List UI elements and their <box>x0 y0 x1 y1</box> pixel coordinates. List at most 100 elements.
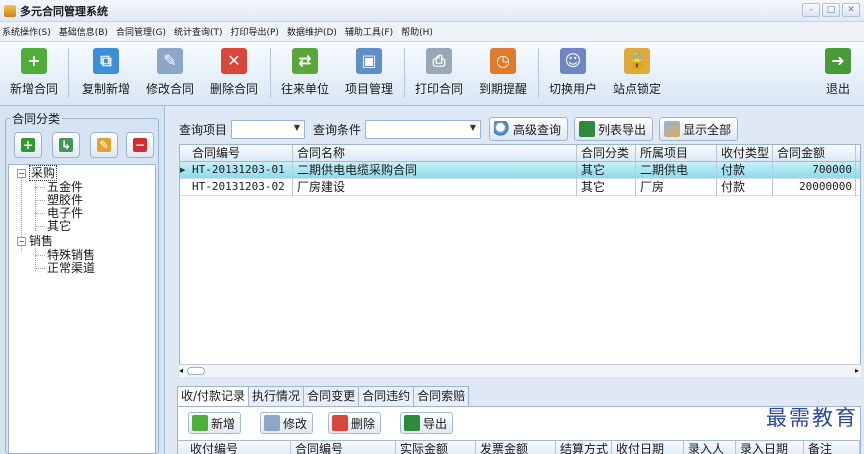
table-row[interactable]: HT-20131203-02 厂房建设 其它 厂房 付款 20000000 <box>180 179 860 196</box>
collapse-toggle-icon[interactable]: − <box>17 237 26 246</box>
scroll-left-icon[interactable]: ◂ <box>179 366 183 375</box>
exit-button[interactable]: ➜ 退出 <box>818 48 858 100</box>
query-condition-select[interactable]: ▼ <box>365 119 482 139</box>
collapse-toggle-icon[interactable]: − <box>17 169 26 178</box>
tab-execution[interactable]: 执行情况 <box>248 386 305 406</box>
export-list-button[interactable]: 列表导出 <box>574 117 654 141</box>
copy-add-button[interactable]: ⧉ 复制新增 <box>76 48 136 100</box>
menu-system[interactable]: 系统操作(S) <box>2 25 51 38</box>
show-all-button[interactable]: 显示全部 <box>659 117 739 141</box>
column-header-remarks[interactable]: 备注 <box>804 441 860 454</box>
column-header-category[interactable]: 合同分类 <box>577 145 636 162</box>
delete-contract-icon: ✕ <box>221 48 247 74</box>
cell-project: 厂房 <box>636 179 717 196</box>
tree-node-purchase[interactable]: 采购 <box>29 165 58 181</box>
edit-contract-button[interactable]: ✎ 修改合同 <box>140 48 200 100</box>
site-lock-label: 站点锁定 <box>612 82 661 96</box>
query-item-label: 查询项目 <box>179 122 228 137</box>
switch-user-label: 切换用户 <box>548 82 597 96</box>
column-header-payment-id[interactable]: 收付编号 <box>186 441 291 454</box>
copy-add-label: 复制新增 <box>81 82 130 96</box>
project-management-label: 项目管理 <box>344 82 393 96</box>
column-header-actual-amount[interactable]: 实际金额 <box>396 441 476 454</box>
row-pointer-icon: ▶ <box>180 166 186 174</box>
menu-tools[interactable]: 辅助工具(F) <box>345 25 393 38</box>
sub-category-button[interactable]: ↳ <box>52 132 80 158</box>
toolbar-separator <box>270 48 271 98</box>
menu-data-maintenance[interactable]: 数据维护(D) <box>287 25 337 38</box>
delete-contract-label: 删除合同 <box>209 82 258 96</box>
export-record-button[interactable]: 导出 <box>400 412 454 434</box>
maximize-button[interactable]: □ <box>822 3 840 17</box>
switch-user-button[interactable]: ☺ 切换用户 <box>544 48 602 100</box>
tree-node-normal-channel[interactable]: 正常渠道 <box>47 262 95 275</box>
table-row[interactable]: ▶ HT-20131203-01 二期供电电缆采购合同 其它 二期供电 付款 7… <box>180 162 860 179</box>
add-record-label: 新增 <box>211 416 236 431</box>
query-item-select[interactable]: ▼ <box>231 119 306 139</box>
menu-contract[interactable]: 合同管理(G) <box>116 25 166 38</box>
cell-project: 二期供电 <box>636 162 717 179</box>
delete-category-button[interactable]: − <box>126 132 154 158</box>
excel-icon <box>404 415 420 431</box>
column-header-contract-id[interactable]: 合同编号 <box>291 441 396 454</box>
partners-button[interactable]: ⇄ 往来单位 <box>276 48 334 100</box>
category-panel-title: 合同分类 <box>10 110 63 127</box>
edit-contract-label: 修改合同 <box>145 82 194 96</box>
tree-node-sales[interactable]: 销售 <box>29 235 53 248</box>
partners-label: 往来单位 <box>280 82 329 96</box>
tab-changes[interactable]: 合同变更 <box>303 386 360 406</box>
project-icon: ▣ <box>356 48 382 74</box>
add-contract-button[interactable]: + 新增合同 <box>4 48 64 100</box>
column-header-entered-by[interactable]: 录入人 <box>684 441 736 454</box>
contract-grid[interactable]: 合同编号 合同名称 合同分类 所属项目 收付类型 合同金额 ▶ HT-20131… <box>179 144 861 376</box>
column-header-type[interactable]: 收付类型 <box>717 145 773 162</box>
category-tree[interactable]: − 采购 五金件 塑胶件 电子件 其它 − 销售 特殊销售 正常渠道 <box>8 164 156 454</box>
pencil-icon: ✎ <box>97 138 111 152</box>
tree-line <box>35 226 45 227</box>
insert-child-icon: ↳ <box>59 138 73 152</box>
cell-amount: 700000 <box>773 162 856 179</box>
app-icon <box>4 4 16 17</box>
delete-contract-button[interactable]: ✕ 删除合同 <box>204 48 264 100</box>
lock-icon: 🔒 <box>624 48 650 74</box>
exit-label: 退出 <box>825 82 850 96</box>
dropdown-arrow-icon: ▼ <box>293 122 301 132</box>
scroll-right-icon[interactable]: ▸ <box>855 366 859 375</box>
site-lock-button[interactable]: 🔒 站点锁定 <box>608 48 666 100</box>
column-header-invoice-amount[interactable]: 发票金额 <box>476 441 556 454</box>
column-header-entry-date[interactable]: 录入日期 <box>736 441 804 454</box>
column-header-id[interactable]: 合同编号 <box>188 145 293 162</box>
column-header-settlement[interactable]: 结算方式 <box>556 441 612 454</box>
query-bar: 查询项目 ▼ 查询条件 ▼ 高级查询 列表导出 显示全部 <box>179 116 744 142</box>
column-header-amount[interactable]: 合同金额 <box>773 145 856 162</box>
add-record-button[interactable]: 新增 <box>188 412 242 434</box>
menu-print-export[interactable]: 打印导出(P) <box>230 25 278 38</box>
delete-icon <box>332 415 348 431</box>
due-reminder-button[interactable]: ◷ 到期提醒 <box>474 48 532 100</box>
tab-claims[interactable]: 合同索赔 <box>413 386 470 406</box>
add-category-button[interactable]: + <box>14 132 42 158</box>
tab-breach[interactable]: 合同违约 <box>358 386 415 406</box>
project-management-button[interactable]: ▣ 项目管理 <box>340 48 398 100</box>
tab-payment-records[interactable]: 收/付款记录 <box>177 386 250 407</box>
switch-user-icon: ☺ <box>560 48 586 74</box>
close-button[interactable]: ✕ <box>842 3 860 17</box>
print-contract-button[interactable]: ⎙ 打印合同 <box>410 48 468 100</box>
advanced-query-button[interactable]: 高级查询 <box>489 117 569 141</box>
menu-help[interactable]: 帮助(H) <box>401 25 433 38</box>
tree-node-other[interactable]: 其它 <box>47 220 71 233</box>
edit-category-button[interactable]: ✎ <box>90 132 118 158</box>
copy-add-icon: ⧉ <box>93 48 119 74</box>
menu-basic-info[interactable]: 基础信息(B) <box>59 25 108 38</box>
scrollbar-thumb[interactable] <box>187 367 205 375</box>
column-header-name[interactable]: 合同名称 <box>293 145 577 162</box>
minimize-button[interactable]: – <box>802 3 820 17</box>
horizontal-scrollbar[interactable]: ◂ ▸ <box>179 364 861 377</box>
edit-record-button[interactable]: 修改 <box>260 412 314 434</box>
delete-record-button[interactable]: 删除 <box>328 412 382 434</box>
column-header-payment-date[interactable]: 收付日期 <box>612 441 684 454</box>
cell-id: HT-20131203-02 <box>188 179 293 196</box>
menu-statistics[interactable]: 统计查询(T) <box>174 25 223 38</box>
payment-records-panel: 新增 修改 删除 导出 收付编号 合同编号 实际金额 发票金额 结算方式 收付日… <box>177 406 861 454</box>
column-header-project[interactable]: 所属项目 <box>636 145 717 162</box>
